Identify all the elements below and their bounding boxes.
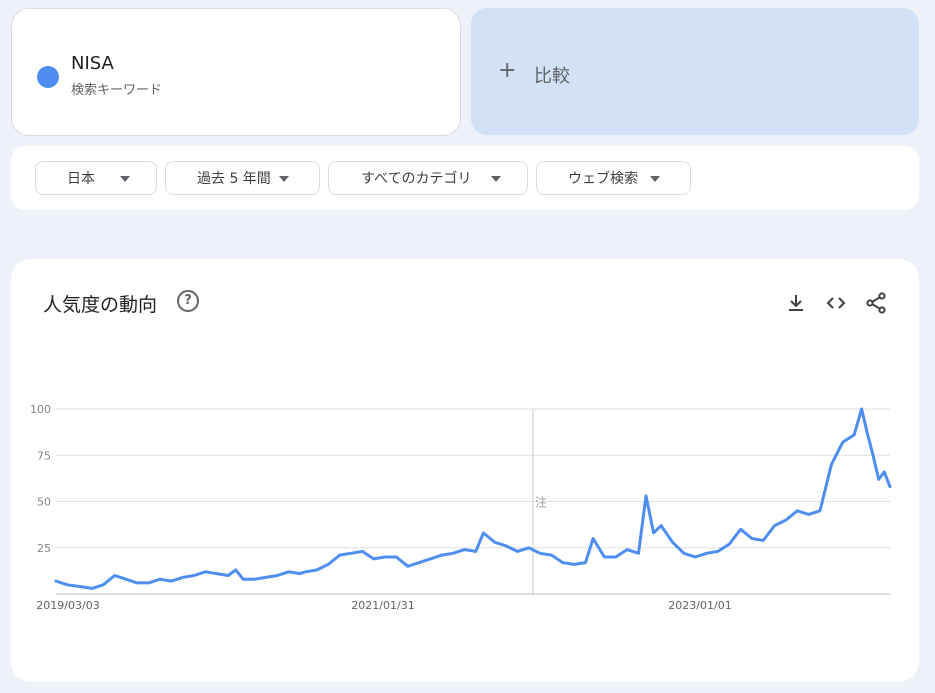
chevron-down-icon (491, 176, 501, 182)
region-filter-dropdown[interactable]: 日本 (35, 161, 157, 195)
filters-bar: 日本 過去 5 年間 すべてのカテゴリ ウェブ検索 (11, 146, 919, 210)
time-range-filter-label: 過去 5 年間 (197, 171, 271, 187)
interest-over-time-panel: 人気度の動向 ? 25 50 75 100 2019/03/03 2021/01/31 20… (11, 259, 919, 682)
y-tick-label: 25 (37, 542, 51, 555)
x-tick-label: 2021/01/31 (351, 599, 414, 612)
y-tick-label: 75 (37, 449, 51, 462)
search-term-card[interactable]: NISA 検索キーワード (11, 8, 461, 136)
chevron-down-icon (120, 176, 130, 182)
series-color-dot (37, 66, 59, 88)
chevron-down-icon (279, 176, 289, 182)
compare-button[interactable]: + 比較 (471, 8, 919, 135)
x-tick-label: 2023/01/01 (668, 599, 731, 612)
search-type-filter-label: ウェブ検索 (568, 171, 638, 187)
region-filter-label: 日本 (67, 171, 95, 187)
search-term-name: NISA (71, 53, 114, 74)
series-line (54, 407, 892, 590)
line-chart: 25 50 75 100 2019/03/03 2021/01/31 2023/01/01 注 (30, 403, 892, 612)
search-type-filter-dropdown[interactable]: ウェブ検索 (536, 161, 691, 195)
compare-label: 比較 (534, 66, 570, 87)
y-tick-label: 50 (37, 496, 51, 509)
plus-icon: + (498, 58, 517, 83)
category-filter-dropdown[interactable]: すべてのカテゴリ (328, 161, 528, 195)
annotation-label: 注 (535, 495, 547, 510)
chevron-down-icon (650, 176, 660, 182)
search-term-subtitle: 検索キーワード (71, 83, 163, 98)
y-tick-label: 100 (30, 403, 51, 416)
time-range-filter-dropdown[interactable]: 過去 5 年間 (165, 161, 320, 195)
x-tick-label: 2019/03/03 (36, 599, 99, 612)
category-filter-label: すべてのカテゴリ (361, 171, 472, 187)
